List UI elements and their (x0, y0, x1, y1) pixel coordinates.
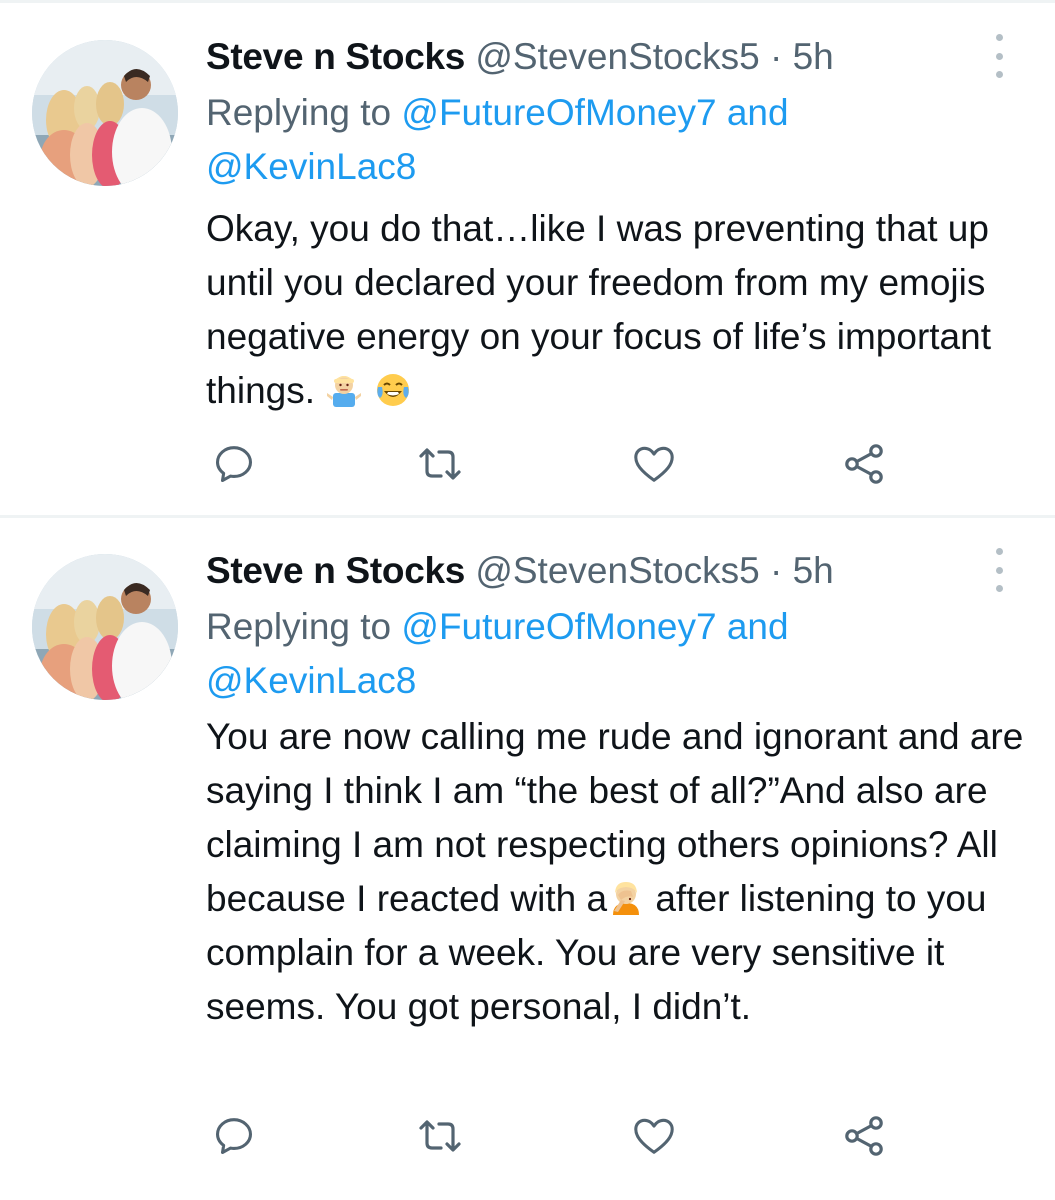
more-options-icon[interactable] (989, 34, 1009, 78)
more-options-icon[interactable] (989, 548, 1009, 592)
retweet-button[interactable] (412, 434, 468, 494)
like-icon (634, 446, 674, 482)
author-handle[interactable]: @StevenStocks5 (475, 36, 759, 77)
mention-link[interactable]: @KevinLac8 (206, 146, 416, 187)
share-icon (845, 444, 883, 484)
share-button[interactable] (836, 434, 892, 494)
like-button[interactable] (626, 434, 682, 494)
replying-to-label: Replying to (206, 606, 392, 647)
avatar[interactable] (32, 554, 178, 700)
tweet-text: Okay, you do that…like I was preventing … (206, 202, 1036, 418)
retweet-button[interactable] (412, 1106, 468, 1166)
tweet-actions (0, 434, 1055, 494)
tweet-header: Steve n Stocks @StevenStocks5 · 5h (206, 32, 834, 82)
man-shrugging-emoji (327, 376, 362, 407)
reply-icon (215, 446, 253, 483)
author-name[interactable]: Steve n Stocks (206, 36, 465, 77)
like-icon (634, 1118, 674, 1154)
mention-and[interactable]: and (727, 92, 789, 133)
face-with-tears-of-joy-emoji (376, 374, 409, 406)
tweet-text: You are now calling me rude and ignorant… (206, 710, 1036, 1034)
separator-dot: · (769, 550, 783, 591)
timestamp[interactable]: 5h (793, 36, 834, 77)
tweet-text-content: Okay, you do that…like I was preventing … (206, 208, 991, 411)
retweet-icon (419, 1120, 461, 1152)
timestamp[interactable]: 5h (793, 550, 834, 591)
tweet[interactable]: Steve n Stocks @StevenStocks5 · 5h Reply… (0, 4, 1055, 516)
retweet-icon (419, 448, 461, 480)
tweet[interactable]: Steve n Stocks @StevenStocks5 · 5h Reply… (0, 518, 1055, 1200)
tweet-header: Steve n Stocks @StevenStocks5 · 5h (206, 546, 834, 596)
author-handle[interactable]: @StevenStocks5 (475, 550, 759, 591)
replying-to: Replying to @FutureOfMoney7 and @KevinLa… (206, 86, 1036, 194)
mention-link[interactable]: @FutureOfMoney7 (401, 92, 716, 133)
mention-link[interactable]: @FutureOfMoney7 (401, 606, 716, 647)
avatar[interactable] (32, 40, 178, 186)
like-button[interactable] (626, 1106, 682, 1166)
share-button[interactable] (836, 1106, 892, 1166)
replying-to-label: Replying to (206, 92, 392, 133)
reply-button[interactable] (206, 1106, 262, 1166)
tweet-actions (0, 1106, 1055, 1166)
mention-and[interactable]: and (727, 606, 789, 647)
author-name[interactable]: Steve n Stocks (206, 550, 465, 591)
replying-to: Replying to @FutureOfMoney7 and @KevinLa… (206, 600, 1036, 708)
woman-facepalming-emoji (613, 882, 640, 915)
separator-dot: · (769, 36, 783, 77)
reply-icon (215, 1118, 253, 1155)
reply-button[interactable] (206, 434, 262, 494)
top-divider (0, 0, 1055, 3)
share-icon (845, 1116, 883, 1156)
tweet-feed: Steve n Stocks @StevenStocks5 · 5h Reply… (0, 0, 1055, 1200)
mention-link[interactable]: @KevinLac8 (206, 660, 416, 701)
